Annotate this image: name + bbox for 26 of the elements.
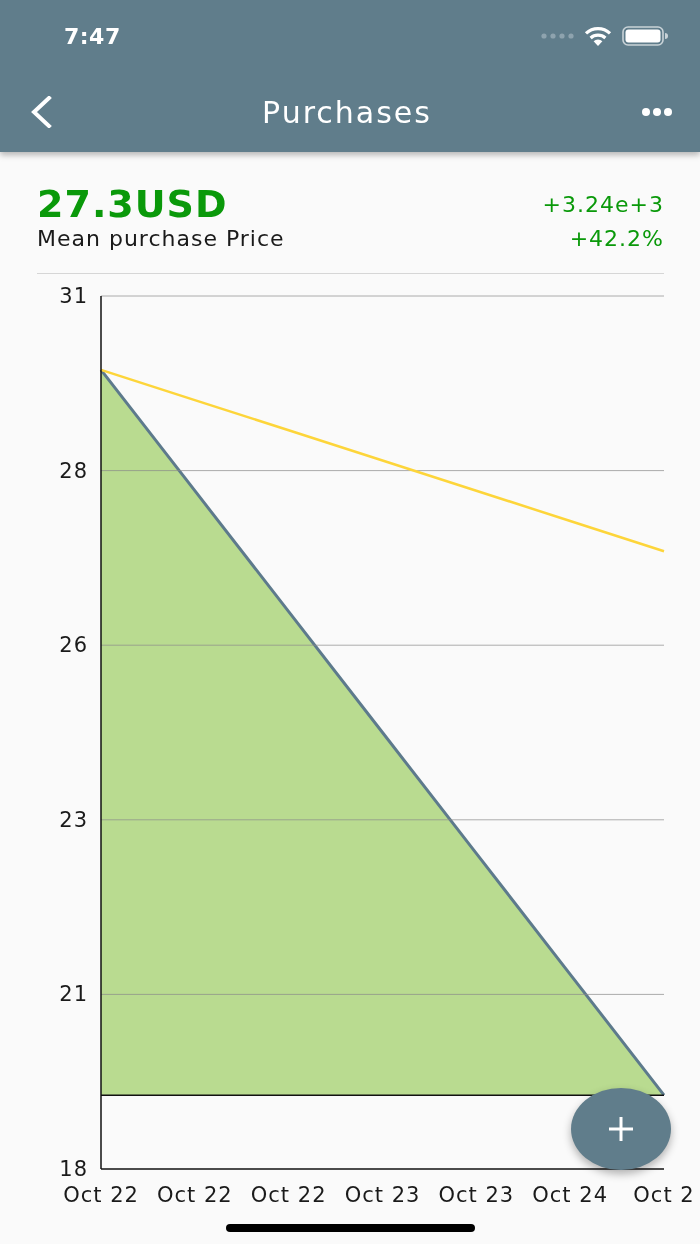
x-axis-label: Oct 24	[532, 1183, 609, 1207]
y-axis-label: 31	[59, 284, 88, 308]
change-value: +3.24e+3	[542, 191, 664, 217]
y-axis-label: 18	[59, 1157, 88, 1181]
change-percent: +42.2%	[569, 225, 664, 251]
add-icon	[608, 1116, 634, 1142]
y-axis-label: 23	[59, 807, 88, 832]
x-axis-label: Oct 22	[156, 1183, 233, 1207]
x-axis-label: Oct 2	[633, 1183, 695, 1207]
y-axis-label: 28	[59, 458, 88, 483]
screen-title: Purchases	[262, 94, 432, 130]
mean-price-label: Mean purchase Price	[37, 225, 285, 251]
back-icon	[30, 96, 52, 128]
status-time: 7:47	[64, 23, 121, 49]
signal-icon	[541, 33, 574, 39]
battery-icon	[622, 26, 668, 46]
x-axis-label: Oct 23	[344, 1183, 421, 1207]
y-axis-label: 21	[59, 982, 88, 1007]
x-axis-label: Oct 22	[63, 1183, 139, 1207]
add-button[interactable]	[571, 1088, 671, 1170]
more-icon	[642, 108, 672, 116]
wifi-icon	[584, 26, 612, 46]
x-axis-label: Oct 23	[438, 1183, 515, 1207]
x-axis-label: Oct 22	[250, 1183, 327, 1207]
mean-price-value: 27.3USD	[37, 182, 228, 226]
y-axis-label: 26	[59, 633, 88, 658]
